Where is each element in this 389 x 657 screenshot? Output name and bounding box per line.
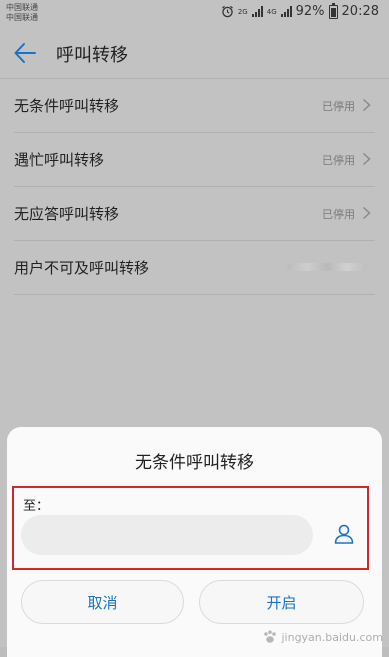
arrow-left-icon[interactable] — [12, 40, 38, 66]
list-item-status: 已停用 — [322, 208, 355, 221]
battery-fill — [330, 7, 336, 17]
header: 呼叫转移 — [0, 28, 389, 79]
clock: 20:28 — [341, 4, 379, 19]
to-label: 至： — [23, 499, 50, 514]
list-item-unconditional-forward[interactable]: 无条件呼叫转移 已停用 — [14, 79, 375, 133]
chevron-right-icon — [362, 206, 371, 220]
list-item-status: 已停用 — [322, 100, 355, 113]
contact-person-icon[interactable] — [332, 522, 356, 546]
watermark-text: jingyan.baidu.com — [281, 630, 383, 644]
list-item-label: 遇忙呼叫转移 — [14, 151, 105, 169]
alarm-icon — [221, 5, 233, 18]
watermark-logo: jingyan.baidu.com — [262, 629, 383, 645]
phone-number-input[interactable] — [21, 515, 313, 555]
enable-button[interactable]: 开启 — [199, 580, 364, 624]
status-icons: 2G 4G 92% 20:28 — [221, 2, 379, 19]
paw-icon — [264, 630, 277, 643]
list-item-status-blurred — [287, 263, 367, 271]
list-item-status: 已停用 — [322, 154, 355, 167]
list-item-label: 无应答呼叫转移 — [14, 205, 120, 223]
list-item-unreachable-forward[interactable]: 用户不可及呼叫转移 — [14, 241, 375, 295]
network-type-2: 4G — [266, 7, 277, 16]
screen: 中国联通 中国联通 2G 4G 92% 20:28 呼叫转移 无条件呼叫转移 已… — [0, 0, 389, 657]
call-forward-dialog: 无条件呼叫转移 至： 取消 开启 — [7, 427, 382, 657]
list-item-label: 用户不可及呼叫转移 — [14, 259, 150, 277]
chevron-right-icon — [362, 152, 371, 166]
carrier-2: 中国联通 — [6, 13, 38, 22]
status-bar: 中国联通 中国联通 2G 4G 92% 20:28 — [0, 0, 389, 28]
signal-1-icon — [251, 6, 263, 17]
network-type-1: 2G — [237, 7, 248, 16]
battery-percent: 92% — [295, 4, 325, 19]
chevron-right-icon — [362, 98, 371, 112]
signal-2-icon — [280, 6, 292, 17]
cancel-button[interactable]: 取消 — [21, 580, 184, 624]
list-item-label: 无条件呼叫转移 — [14, 97, 120, 115]
list-item-no-answer-forward[interactable]: 无应答呼叫转移 已停用 — [14, 187, 375, 241]
dialog-title: 无条件呼叫转移 — [135, 453, 254, 473]
page-title: 呼叫转移 — [56, 45, 128, 66]
list-item-busy-forward[interactable]: 遇忙呼叫转移 已停用 — [14, 133, 375, 187]
carrier-1: 中国联通 — [6, 3, 38, 12]
battery-icon — [328, 2, 338, 19]
